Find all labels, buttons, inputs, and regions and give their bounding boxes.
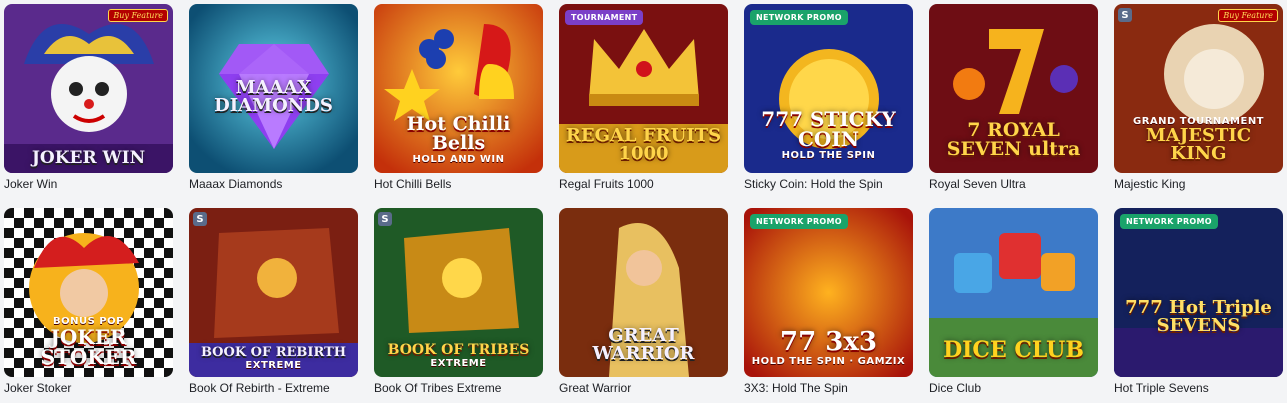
game-logo-subtitle: HOLD AND WIN bbox=[412, 154, 505, 165]
provider-icon: S bbox=[193, 212, 207, 226]
game-logo: 777 STICKY COIN HOLD THE SPIN bbox=[744, 109, 913, 161]
game-logo-text: BOOK OF REBIRTH bbox=[200, 345, 347, 360]
provider-icon: S bbox=[378, 212, 392, 226]
game-card-book-of-tribes[interactable]: S BOOK OF TRIBES EXTREME Book Of Tribes … bbox=[374, 208, 543, 399]
game-card-3x3-hold-the-spin[interactable]: NETWORK PROMO 77 3x3 HOLD THE SPIN · GAM… bbox=[744, 208, 913, 399]
game-card-maaax-diamonds[interactable]: MAAAX DIAMONDS Maaax Diamonds bbox=[189, 4, 358, 195]
game-title[interactable]: Maaax Diamonds bbox=[189, 173, 358, 195]
game-title[interactable]: Royal Seven Ultra bbox=[929, 173, 1098, 195]
game-thumbnail[interactable]: NETWORK PROMO 77 3x3 HOLD THE SPIN · GAM… bbox=[744, 208, 913, 377]
game-title[interactable]: Joker Stoker bbox=[4, 377, 173, 399]
game-card-joker-win[interactable]: Buy Feature JOKER WIN Joker Win bbox=[4, 4, 173, 195]
games-grid: Buy Feature JOKER WIN Joker Win MAAAX DI… bbox=[4, 4, 1283, 399]
game-card-book-of-rebirth[interactable]: S BOOK OF REBIRTH EXTREME Book Of Rebirt… bbox=[189, 208, 358, 399]
game-logo: REGAL FRUITS 1000 bbox=[565, 125, 722, 164]
game-title[interactable]: Hot Triple Sevens bbox=[1114, 377, 1283, 399]
game-thumbnail[interactable]: BONUS POP JOKER STOKER bbox=[4, 208, 173, 377]
game-title[interactable]: Sticky Coin: Hold the Spin bbox=[744, 173, 913, 195]
game-title[interactable]: Great Warrior bbox=[559, 377, 728, 399]
game-thumbnail[interactable]: MAAAX DIAMONDS bbox=[189, 4, 358, 173]
game-thumbnail[interactable]: NETWORK PROMO 777 Hot Triple SEVENS bbox=[1114, 208, 1283, 377]
game-logo: DICE CLUB bbox=[943, 337, 1084, 363]
game-thumbnail[interactable]: NETWORK PROMO 777 STICKY COIN HOLD THE S… bbox=[744, 4, 913, 173]
game-title[interactable]: Joker Win bbox=[4, 173, 173, 195]
game-logo: MAAAX DIAMONDS bbox=[214, 77, 333, 116]
game-logo: GRAND TOURNAMENT MAJESTIC KING bbox=[1114, 115, 1283, 163]
game-card-regal-fruits-1000[interactable]: TOURNAMENT REGAL FRUITS 1000 Regal Fruit… bbox=[559, 4, 728, 195]
game-thumbnail[interactable]: Hot Chilli Bells HOLD AND WIN bbox=[374, 4, 543, 173]
game-card-hot-triple-sevens[interactable]: NETWORK PROMO 777 Hot Triple SEVENS Hot … bbox=[1114, 208, 1283, 399]
game-card-royal-seven-ultra[interactable]: 7 ROYAL SEVEN ultra Royal Seven Ultra bbox=[929, 4, 1098, 195]
game-logo-subtitle: EXTREME bbox=[245, 360, 302, 371]
game-card-sticky-coin[interactable]: NETWORK PROMO 777 STICKY COIN HOLD THE S… bbox=[744, 4, 913, 195]
game-card-joker-stoker[interactable]: BONUS POP JOKER STOKER Joker Stoker bbox=[4, 208, 173, 399]
buy-feature-badge: Buy Feature bbox=[1218, 9, 1278, 22]
game-logo-subtitle: HOLD THE SPIN bbox=[781, 150, 876, 161]
game-logo-subtitle: HOLD THE SPIN · GAMZIX bbox=[751, 356, 906, 367]
game-card-dice-club[interactable]: DICE CLUB Dice Club bbox=[929, 208, 1098, 399]
game-logo: BOOK OF TRIBES EXTREME bbox=[374, 343, 543, 369]
game-title[interactable]: Dice Club bbox=[929, 377, 1098, 399]
game-title[interactable]: Majestic King bbox=[1114, 173, 1283, 195]
game-logo: JOKER WIN bbox=[31, 148, 146, 168]
game-thumbnail[interactable]: TOURNAMENT REGAL FRUITS 1000 bbox=[559, 4, 728, 173]
game-logo: 777 Hot Triple SEVENS bbox=[1125, 297, 1272, 336]
game-logo: BONUS POP JOKER STOKER bbox=[4, 315, 173, 369]
game-thumbnail[interactable]: 7 ROYAL SEVEN ultra bbox=[929, 4, 1098, 173]
game-title[interactable]: Hot Chilli Bells bbox=[374, 173, 543, 195]
game-card-hot-chilli-bells[interactable]: Hot Chilli Bells HOLD AND WIN Hot Chilli… bbox=[374, 4, 543, 195]
network-promo-badge: NETWORK PROMO bbox=[750, 214, 848, 229]
triple-sevens-artwork bbox=[1114, 208, 1283, 377]
game-thumbnail[interactable]: DICE CLUB bbox=[929, 208, 1098, 377]
game-logo-text: BOOK OF TRIBES bbox=[387, 342, 530, 358]
game-logo-subtitle: EXTREME bbox=[430, 358, 487, 369]
game-logo-text: 77 3x3 bbox=[780, 327, 877, 357]
game-logo: Hot Chilli Bells HOLD AND WIN bbox=[374, 115, 543, 165]
game-thumbnail[interactable]: Buy Feature JOKER WIN bbox=[4, 4, 173, 173]
game-logo-text: Hot Chilli Bells bbox=[406, 113, 511, 154]
game-card-great-warrior[interactable]: GREAT WARRIOR Great Warrior bbox=[559, 208, 728, 399]
game-title[interactable]: Book Of Rebirth - Extreme bbox=[189, 377, 358, 399]
game-logo: 77 3x3 HOLD THE SPIN · GAMZIX bbox=[744, 329, 913, 367]
network-promo-badge: NETWORK PROMO bbox=[750, 10, 848, 25]
game-title[interactable]: Book Of Tribes Extreme bbox=[374, 377, 543, 399]
provider-icon: S bbox=[1118, 8, 1132, 22]
game-thumbnail[interactable]: S BOOK OF REBIRTH EXTREME bbox=[189, 208, 358, 377]
network-promo-badge: NETWORK PROMO bbox=[1120, 214, 1218, 229]
game-logo-text: JOKER STOKER bbox=[40, 325, 137, 369]
game-thumbnail[interactable]: S Buy Feature GRAND TOURNAMENT MAJESTIC … bbox=[1114, 4, 1283, 173]
game-title[interactable]: Regal Fruits 1000 bbox=[559, 173, 728, 195]
game-logo: BOOK OF REBIRTH EXTREME bbox=[189, 346, 358, 371]
game-card-majestic-king[interactable]: S Buy Feature GRAND TOURNAMENT MAJESTIC … bbox=[1114, 4, 1283, 195]
game-logo: GREAT WARRIOR bbox=[592, 325, 695, 364]
game-thumbnail[interactable]: GREAT WARRIOR bbox=[559, 208, 728, 377]
game-title[interactable]: 3X3: Hold The Spin bbox=[744, 377, 913, 399]
game-logo-text: 777 STICKY COIN bbox=[761, 107, 896, 151]
game-logo-text: MAJESTIC KING bbox=[1145, 125, 1252, 164]
tournament-badge: TOURNAMENT bbox=[565, 10, 644, 25]
buy-feature-badge: Buy Feature bbox=[108, 9, 168, 22]
game-logo: 7 ROYAL SEVEN ultra bbox=[946, 119, 1081, 160]
game-thumbnail[interactable]: S BOOK OF TRIBES EXTREME bbox=[374, 208, 543, 377]
